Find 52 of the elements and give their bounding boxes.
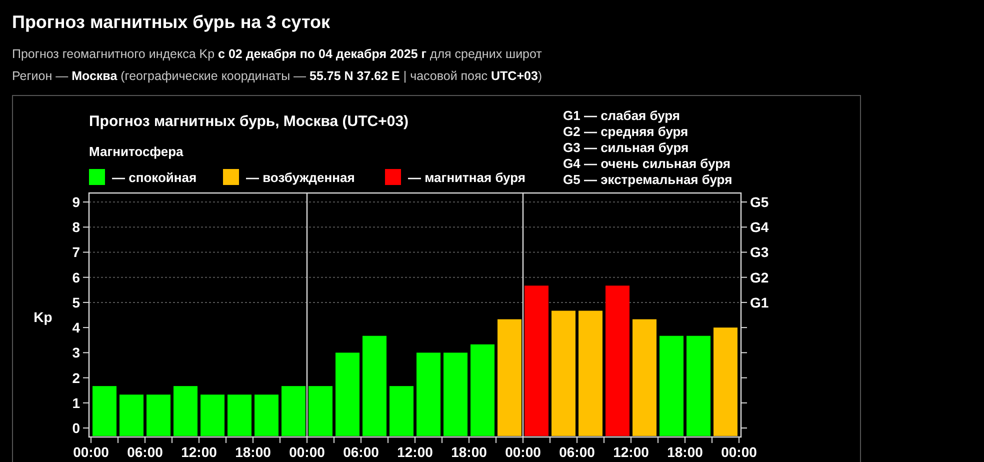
bar bbox=[254, 394, 278, 436]
storm-level-label: G2 bbox=[750, 269, 769, 286]
storm-level-label: G1 bbox=[750, 294, 769, 310]
x-tick-label: 18:00 bbox=[667, 444, 703, 460]
x-tick-label: 18:00 bbox=[235, 444, 271, 460]
x-tick-label: 00:00 bbox=[721, 444, 757, 460]
bar bbox=[92, 386, 116, 436]
bar bbox=[282, 386, 306, 436]
subtitle-line: Прогноз геомагнитного индекса Kp с 02 декабря по 04 декабря 2025 г для средних широт bbox=[12, 46, 543, 63]
y-tick-label: 4 bbox=[72, 320, 80, 336]
storm-scale-item: G2 — средняя буря bbox=[563, 124, 688, 139]
storm-level-label: G5 bbox=[750, 194, 769, 210]
storm-scale-item: G4 — очень сильная буря bbox=[563, 156, 730, 171]
bar bbox=[174, 386, 198, 436]
y-tick-label: 9 bbox=[72, 194, 80, 210]
storm-level-label: G4 bbox=[750, 219, 769, 236]
bar bbox=[308, 386, 332, 436]
x-tick-label: 00:00 bbox=[505, 444, 541, 460]
y-tick-label: 5 bbox=[72, 294, 80, 310]
y-tick-label: 6 bbox=[72, 269, 80, 286]
x-tick-label: 06:00 bbox=[343, 444, 379, 460]
x-tick-label: 12:00 bbox=[397, 444, 433, 460]
legend-title: Магнитосфера bbox=[89, 144, 184, 159]
bar bbox=[146, 394, 170, 436]
bar bbox=[228, 394, 252, 436]
x-tick-label: 18:00 bbox=[451, 444, 487, 460]
legend-label: — спокойная bbox=[112, 170, 197, 185]
storm-level-label: G3 bbox=[750, 244, 769, 260]
x-tick-label: 12:00 bbox=[613, 444, 649, 460]
chart-title: Прогноз магнитных бурь, Москва (UTC+03) bbox=[89, 113, 409, 130]
y-tick-label: 8 bbox=[72, 219, 80, 236]
x-tick-label: 00:00 bbox=[73, 444, 109, 460]
x-tick-label: 12:00 bbox=[181, 444, 217, 460]
y-tick-label: 3 bbox=[72, 344, 80, 361]
storm-scale-item: G5 — экстремальная буря bbox=[563, 172, 732, 187]
storm-scale-item: G1 — слабая буря bbox=[563, 108, 680, 123]
y-tick-label: 0 bbox=[72, 420, 80, 436]
x-tick-label: 06:00 bbox=[127, 444, 163, 460]
y-tick-label: 2 bbox=[72, 370, 80, 386]
legend-label: — магнитная буря bbox=[408, 170, 526, 185]
subtitle-line: Регион — Москва (географические координаты — 55.75 N 37.62 E | часовой пояс UTC+03) bbox=[12, 68, 544, 85]
y-tick-label: 7 bbox=[72, 244, 80, 260]
storm-scale-item: G3 — сильная буря bbox=[563, 140, 689, 155]
x-tick-label: 00:00 bbox=[289, 444, 325, 460]
x-tick-label: 06:00 bbox=[559, 444, 595, 460]
y-tick-label: 1 bbox=[72, 394, 80, 411]
axis-label: Kp bbox=[34, 309, 52, 325]
legend-label: — возбужденная bbox=[246, 170, 355, 185]
bar bbox=[200, 394, 224, 436]
bar bbox=[390, 386, 414, 436]
page-title: Прогноз магнитных бурь на 3 суток bbox=[12, 11, 332, 33]
bar bbox=[120, 394, 144, 436]
